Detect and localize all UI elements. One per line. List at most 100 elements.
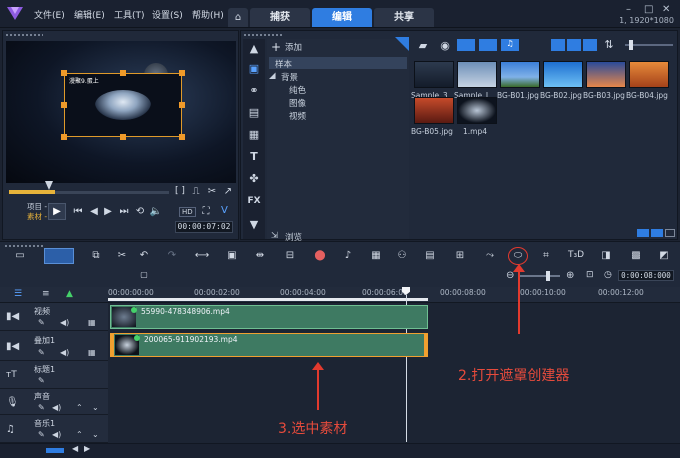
resize-handle[interactable]: [120, 70, 126, 76]
chapter-icon[interactable]: ≡: [42, 289, 50, 299]
go-end-icon[interactable]: ⏭: [117, 205, 131, 219]
prev-frame-icon[interactable]: ◀: [87, 205, 101, 219]
pen-icon[interactable]: ✎: [38, 348, 45, 357]
record-icon[interactable]: ◉: [437, 38, 453, 54]
audio-mixer-icon[interactable]: ♪: [340, 250, 356, 264]
panel-grip[interactable]: [4, 244, 44, 248]
preview-viewport[interactable]: 漫聚9.蛋上: [6, 41, 236, 183]
expand-icon[interactable]: ↗: [221, 185, 235, 199]
mask-creator-icon[interactable]: ⬭: [510, 250, 526, 264]
undo-icon[interactable]: ↶: [136, 250, 152, 264]
list-view-button[interactable]: [551, 39, 565, 51]
trim-icon[interactable]: ⇹: [252, 250, 268, 264]
tab-edit[interactable]: 编辑: [312, 8, 372, 27]
scroll-left-icon[interactable]: ◀: [72, 444, 78, 453]
go-start-icon[interactable]: ⏮: [71, 205, 85, 219]
grid-icon[interactable]: ▦: [88, 318, 96, 327]
pen-icon[interactable]: ✎: [38, 318, 45, 327]
tree-item-video[interactable]: 视频: [289, 110, 306, 122]
browse-icon[interactable]: ⇲: [271, 231, 278, 241]
zoom-in-icon[interactable]: ⊕: [566, 270, 574, 281]
show-audio-toggle[interactable]: ♫: [501, 39, 519, 51]
media-thumbnail[interactable]: [457, 97, 497, 124]
thumb-view-button[interactable]: [583, 39, 597, 51]
storyboard-view-icon[interactable]: ▭: [12, 250, 28, 264]
resize-handle[interactable]: [120, 134, 126, 140]
record-voice-icon[interactable]: ⬤: [312, 250, 328, 264]
repeat-icon[interactable]: ⟲: [133, 205, 147, 219]
filter-icon[interactable]: ▤: [246, 105, 262, 121]
tree-item-solid[interactable]: 纯色: [289, 84, 306, 96]
speed-icon[interactable]: ⚇: [394, 250, 410, 264]
resize-handle[interactable]: [179, 134, 185, 140]
multicam-icon[interactable]: ⊟: [282, 250, 298, 264]
fade-in-icon[interactable]: ⌃: [76, 403, 83, 412]
mark-brackets[interactable]: [ ]: [175, 186, 185, 196]
pen-icon[interactable]: ✎: [38, 403, 45, 412]
media-icon[interactable]: ▣: [246, 61, 262, 77]
scroll-right-icon[interactable]: ▶: [84, 444, 90, 453]
sort-icon[interactable]: ⇅: [601, 37, 617, 53]
folder-icon[interactable]: ▰: [415, 38, 431, 54]
timeline-view-button[interactable]: [44, 248, 74, 264]
title-icon[interactable]: T: [246, 149, 262, 165]
aspect-icon[interactable]: ⛶: [199, 205, 213, 219]
clock-icon[interactable]: ◷: [604, 270, 612, 280]
tab-share[interactable]: 共享: [374, 8, 434, 27]
split-icon[interactable]: ⎍: [189, 185, 203, 199]
grid-view-button[interactable]: [567, 39, 581, 51]
mute-icon[interactable]: ◀): [52, 430, 61, 439]
media-thumbnail[interactable]: [457, 61, 497, 88]
copy-icon[interactable]: ⧉: [88, 250, 104, 264]
menu-file[interactable]: 文件(E): [34, 8, 65, 21]
show-video-toggle[interactable]: [457, 39, 475, 51]
maximize-icon[interactable]: □: [644, 4, 653, 15]
thumb-size-knob[interactable]: [629, 40, 633, 50]
show-photo-toggle[interactable]: [479, 39, 497, 51]
fx-icon[interactable]: FX: [246, 193, 262, 209]
panel-mode-button[interactable]: [665, 229, 675, 237]
minimize-icon[interactable]: –: [626, 4, 631, 15]
fade-out-icon[interactable]: ⌄: [92, 430, 99, 439]
mute-icon[interactable]: ◀): [52, 403, 61, 412]
motion-track-icon[interactable]: ▦: [368, 250, 384, 264]
mute-icon[interactable]: ◀): [60, 348, 69, 357]
scroll-up-icon[interactable]: ▲: [246, 41, 262, 57]
subtitle-icon[interactable]: ▤: [422, 250, 438, 264]
media-thumbnail[interactable]: [629, 61, 669, 88]
tree-item-samples[interactable]: 样本: [275, 58, 292, 70]
scroll-mode-button[interactable]: [46, 448, 64, 453]
split-screen-icon[interactable]: ⊞: [452, 250, 468, 264]
overlay-frame[interactable]: 漫聚9.蛋上: [64, 73, 182, 137]
next-frame-icon[interactable]: ▶: [101, 205, 115, 219]
add-icon[interactable]: +: [271, 40, 281, 54]
menu-settings[interactable]: 设置(S): [152, 8, 183, 21]
media-thumbnail[interactable]: [414, 97, 454, 124]
3d-title-icon[interactable]: T₃D: [568, 250, 584, 264]
ripple-edit-icon[interactable]: ▲: [66, 289, 73, 299]
graphic-icon[interactable]: ▦: [246, 127, 262, 143]
scroll-down-icon[interactable]: ▼: [246, 217, 262, 233]
playhead-marker[interactable]: [45, 181, 53, 190]
fade-in-icon[interactable]: ⌃: [76, 430, 83, 439]
painting-icon[interactable]: ▩: [628, 250, 644, 264]
pen-icon[interactable]: ✎: [38, 430, 45, 439]
timecode-display[interactable]: 00:00:07:02: [175, 221, 233, 233]
media-thumbnail[interactable]: [586, 61, 626, 88]
tab-capture[interactable]: 捕获: [250, 8, 310, 27]
panel-mode-button[interactable]: [637, 229, 649, 237]
menu-edit[interactable]: 编辑(E): [74, 8, 105, 21]
tree-item-background[interactable]: 背景: [281, 71, 298, 83]
menu-help[interactable]: 帮助(H): [192, 8, 224, 21]
color-grade-icon[interactable]: ◨: [598, 250, 614, 264]
motion-path-icon[interactable]: ⤳: [482, 250, 498, 264]
tools-icon[interactable]: ✂: [114, 250, 130, 264]
time-ruler[interactable]: 00:00:00:00 00:00:02:00 00:00:04:00 00:0…: [108, 287, 680, 303]
zoom-slider[interactable]: [520, 275, 560, 277]
clip-mode-label[interactable]: 素材 -: [27, 211, 47, 222]
resize-handle[interactable]: [61, 70, 67, 76]
tree-item-image[interactable]: 图像: [289, 97, 306, 109]
media-thumbnail[interactable]: [500, 61, 540, 88]
play-button[interactable]: ▶: [48, 203, 66, 220]
fade-out-icon[interactable]: ⌄: [92, 403, 99, 412]
